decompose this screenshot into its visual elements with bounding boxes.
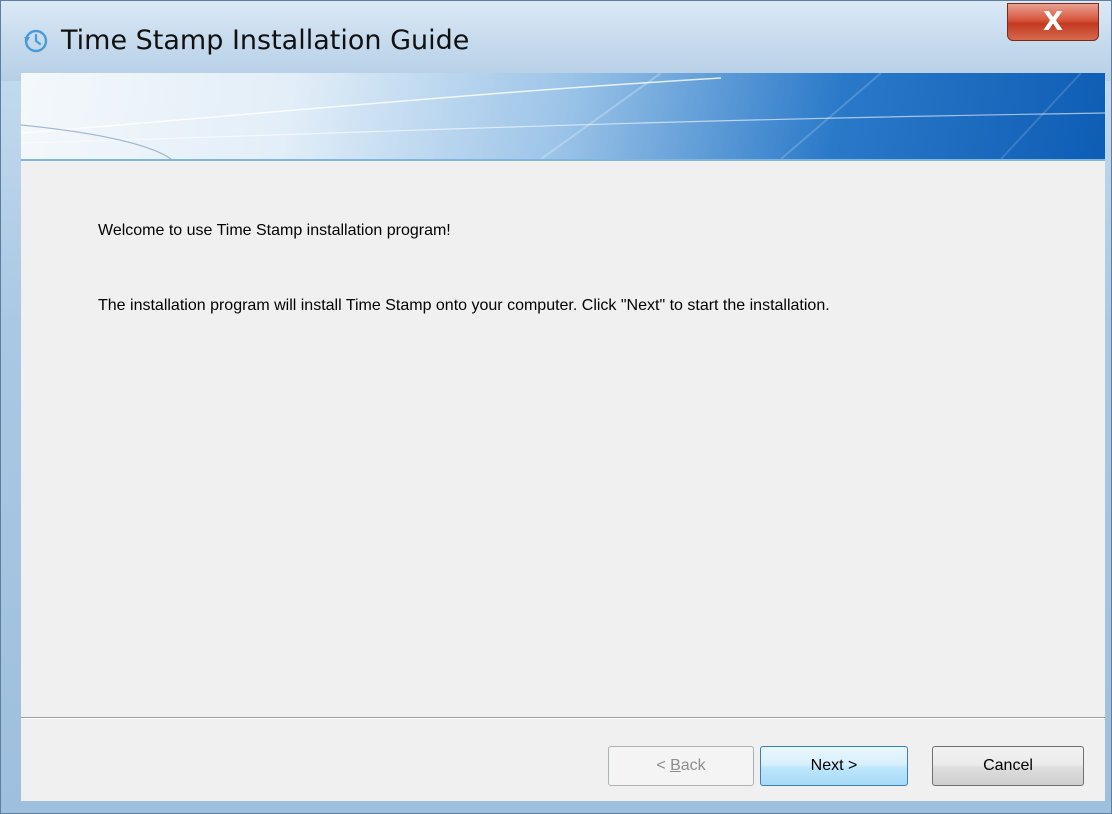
back-prefix: < (656, 757, 671, 774)
back-label-rest: ack (680, 757, 706, 774)
back-button[interactable]: < Back (608, 746, 754, 786)
back-accelerator: B (670, 757, 681, 774)
banner-swoosh (21, 73, 1105, 159)
close-icon: X (1042, 7, 1064, 37)
wizard-body: Welcome to use Time Stamp installation p… (21, 161, 1105, 801)
clock-history-icon (24, 29, 48, 53)
description-text: The installation program will install Ti… (98, 297, 830, 314)
divider (21, 717, 1105, 719)
welcome-text: Welcome to use Time Stamp installation p… (98, 222, 451, 239)
close-button[interactable]: X (1007, 3, 1099, 41)
next-button[interactable]: Next > (760, 746, 908, 786)
installer-window: Time Stamp Installation Guide X Welcome … (0, 0, 1112, 814)
title-bar[interactable]: Time Stamp Installation Guide X (1, 1, 1111, 81)
header-banner (21, 73, 1105, 162)
cancel-button[interactable]: Cancel (932, 746, 1084, 786)
window-title: Time Stamp Installation Guide (61, 25, 470, 56)
